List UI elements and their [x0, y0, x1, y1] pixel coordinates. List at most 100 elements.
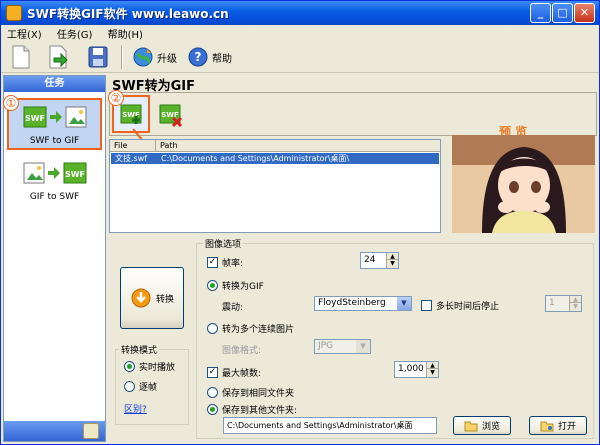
app-window: SWF转换GIF软件 www.leawo.cn _ □ ✕ 工程(X) 任务(G…: [0, 0, 600, 445]
dither-label: 震动:: [222, 303, 244, 313]
open-file-icon: [49, 45, 68, 69]
task-swf-to-gif[interactable]: SWF SWF to GIF: [7, 98, 102, 150]
to-gif-label: 转换为GIF: [222, 282, 264, 292]
save-project-button[interactable]: [86, 44, 110, 70]
to-images-label: 转为多个连续图片: [222, 325, 295, 335]
chevron-down-icon: ▼: [356, 340, 370, 353]
file-list-header: File Path: [110, 140, 440, 152]
open-label: 打开: [557, 422, 576, 432]
save-same-label: 保存到相同文件夹: [222, 389, 295, 399]
title-bar[interactable]: SWF转换GIF软件 www.leawo.cn _ □ ✕: [1, 1, 599, 25]
convert-icon: [131, 288, 151, 308]
maximize-button[interactable]: □: [552, 3, 573, 23]
new-file-icon: [12, 45, 30, 69]
close-button[interactable]: ✕: [574, 3, 595, 23]
task-swf-to-gif-label: SWF to GIF: [29, 136, 80, 146]
window-title: SWF转换GIF软件 www.leawo.cn: [27, 7, 229, 21]
convert-label: 转换: [155, 294, 174, 305]
radio-indicator: [124, 361, 135, 372]
browse-button[interactable]: 浏览: [453, 416, 511, 435]
minimize-button[interactable]: _: [530, 3, 551, 23]
dither-select[interactable]: FloydSteinberg ▼: [314, 296, 412, 311]
menu-project[interactable]: 工程(X): [1, 25, 48, 42]
max-frames-value: 1,000: [398, 364, 424, 374]
task-gif-to-swf-label: GIF to SWF: [29, 192, 80, 202]
image-format-select[interactable]: JPG ▼: [314, 339, 371, 354]
radio-indicator: [207, 404, 218, 415]
radio-indicator: [207, 387, 218, 398]
stop-after-spinner[interactable]: 1 ▲ ▼: [545, 295, 582, 312]
swf-to-gif-icon: SWF: [23, 106, 86, 128]
task-panel: 任务 SWF SWF to GIF SWF GIF to SWF ①: [3, 75, 106, 442]
convert-panel: 转换 转换模式 实时播放 逐帧 区别?: [112, 239, 195, 439]
column-file[interactable]: File: [110, 140, 156, 152]
task-gif-to-swf[interactable]: SWF GIF to SWF: [7, 156, 102, 206]
svg-text:?: ?: [195, 50, 202, 64]
help-label: 帮助: [212, 53, 232, 65]
stop-after-value: 1: [549, 298, 555, 308]
notes-icon[interactable]: [83, 423, 99, 439]
open-project-button[interactable]: [46, 44, 72, 70]
menu-bar: 工程(X) 任务(G) 帮助(H): [1, 25, 599, 41]
to-gif-radio[interactable]: 转换为GIF: [207, 279, 264, 292]
file-name-cell: 文技.swf: [115, 154, 148, 163]
save-icon: [88, 46, 108, 68]
save-other-label: 保存到其他文件夹:: [222, 406, 298, 416]
browse-label: 浏览: [481, 422, 500, 432]
mode-frame-radio[interactable]: 逐帧: [124, 380, 157, 393]
upgrade-button[interactable]: 升级: [132, 45, 177, 69]
globe-icon: [133, 47, 153, 67]
convert-button[interactable]: 转换: [120, 267, 184, 329]
new-project-button[interactable]: [9, 44, 33, 70]
file-list[interactable]: File Path 文技.swf C:\Documents and Settin…: [109, 139, 441, 233]
max-frames-spinner[interactable]: 1,000 ▲ ▼: [394, 361, 439, 378]
stop-after-checkbox[interactable]: 多长时间后停止: [421, 299, 499, 312]
open-folder-icon: [540, 421, 554, 431]
checkbox-indicator: ✓: [207, 367, 218, 378]
remove-swf-button[interactable]: SWF: [154, 97, 188, 131]
save-other-radio[interactable]: 保存到其他文件夹:: [207, 403, 297, 416]
file-path-cell: C:\Documents and Settings\Administrator\…: [161, 154, 350, 163]
svg-text:SWF: SWF: [64, 170, 84, 179]
help-button[interactable]: ? 帮助: [187, 45, 232, 69]
image-options-group: 图像选项 ✓ 帧率: 24 ▲ ▼ 转换为GIF 震动: FloydSteinberg…: [196, 237, 594, 439]
main-area: SWF转为GIF SWF SWF ② File Path 文技.swf C:\D…: [108, 75, 597, 442]
preview-image: [452, 135, 595, 233]
output-path-field[interactable]: C:\Documents and Settings\Administrator\…: [223, 417, 437, 434]
mode-frame-label: 逐帧: [139, 383, 158, 393]
to-images-radio[interactable]: 转为多个连续图片: [207, 322, 294, 335]
radio-indicator: [207, 280, 218, 291]
frame-rate-label: 帧率:: [222, 259, 244, 269]
open-button[interactable]: 打开: [529, 416, 587, 435]
mode-realtime-label: 实时播放: [139, 363, 176, 373]
svg-text:SWF: SWF: [161, 111, 179, 119]
image-format-value: JPG: [318, 341, 334, 351]
mode-realtime-radio[interactable]: 实时播放: [124, 360, 175, 373]
table-row[interactable]: 文技.swf C:\Documents and Settings\Adminis…: [111, 153, 439, 164]
help-icon: ?: [188, 47, 208, 67]
anime-girl-preview: [452, 135, 595, 233]
upgrade-label: 升级: [157, 53, 177, 65]
max-frames-checkbox[interactable]: ✓ 最大帧数:: [207, 366, 261, 379]
chevron-down-icon: ▼: [397, 297, 411, 310]
convert-mode-legend: 转换模式: [119, 343, 160, 356]
menu-help[interactable]: 帮助(H): [102, 25, 149, 42]
stop-after-label: 多长时间后停止: [436, 302, 500, 312]
save-same-radio[interactable]: 保存到相同文件夹: [207, 386, 294, 399]
convert-mode-group: 转换模式 实时播放 逐帧 区别?: [115, 343, 189, 425]
menu-task[interactable]: 任务(G): [51, 25, 99, 42]
task-panel-header: 任务: [4, 76, 105, 92]
app-icon: [6, 5, 22, 21]
column-path[interactable]: Path: [156, 140, 440, 152]
toolbar-separator: [121, 45, 123, 69]
image-format-label: 图像格式:: [222, 346, 262, 356]
task-panel-footer: [4, 421, 105, 441]
frame-rate-checkbox[interactable]: ✓ 帧率:: [207, 256, 243, 269]
frame-rate-value: 24: [364, 255, 376, 265]
toolbar: 升级 ? 帮助: [1, 41, 599, 73]
checkbox-indicator: ✓: [207, 257, 218, 268]
step-marker-1: ①: [3, 95, 19, 111]
gif-to-swf-icon: SWF: [23, 162, 86, 184]
difference-link[interactable]: 区别?: [124, 402, 147, 415]
frame-rate-spinner[interactable]: 24 ▲ ▼: [360, 252, 399, 269]
